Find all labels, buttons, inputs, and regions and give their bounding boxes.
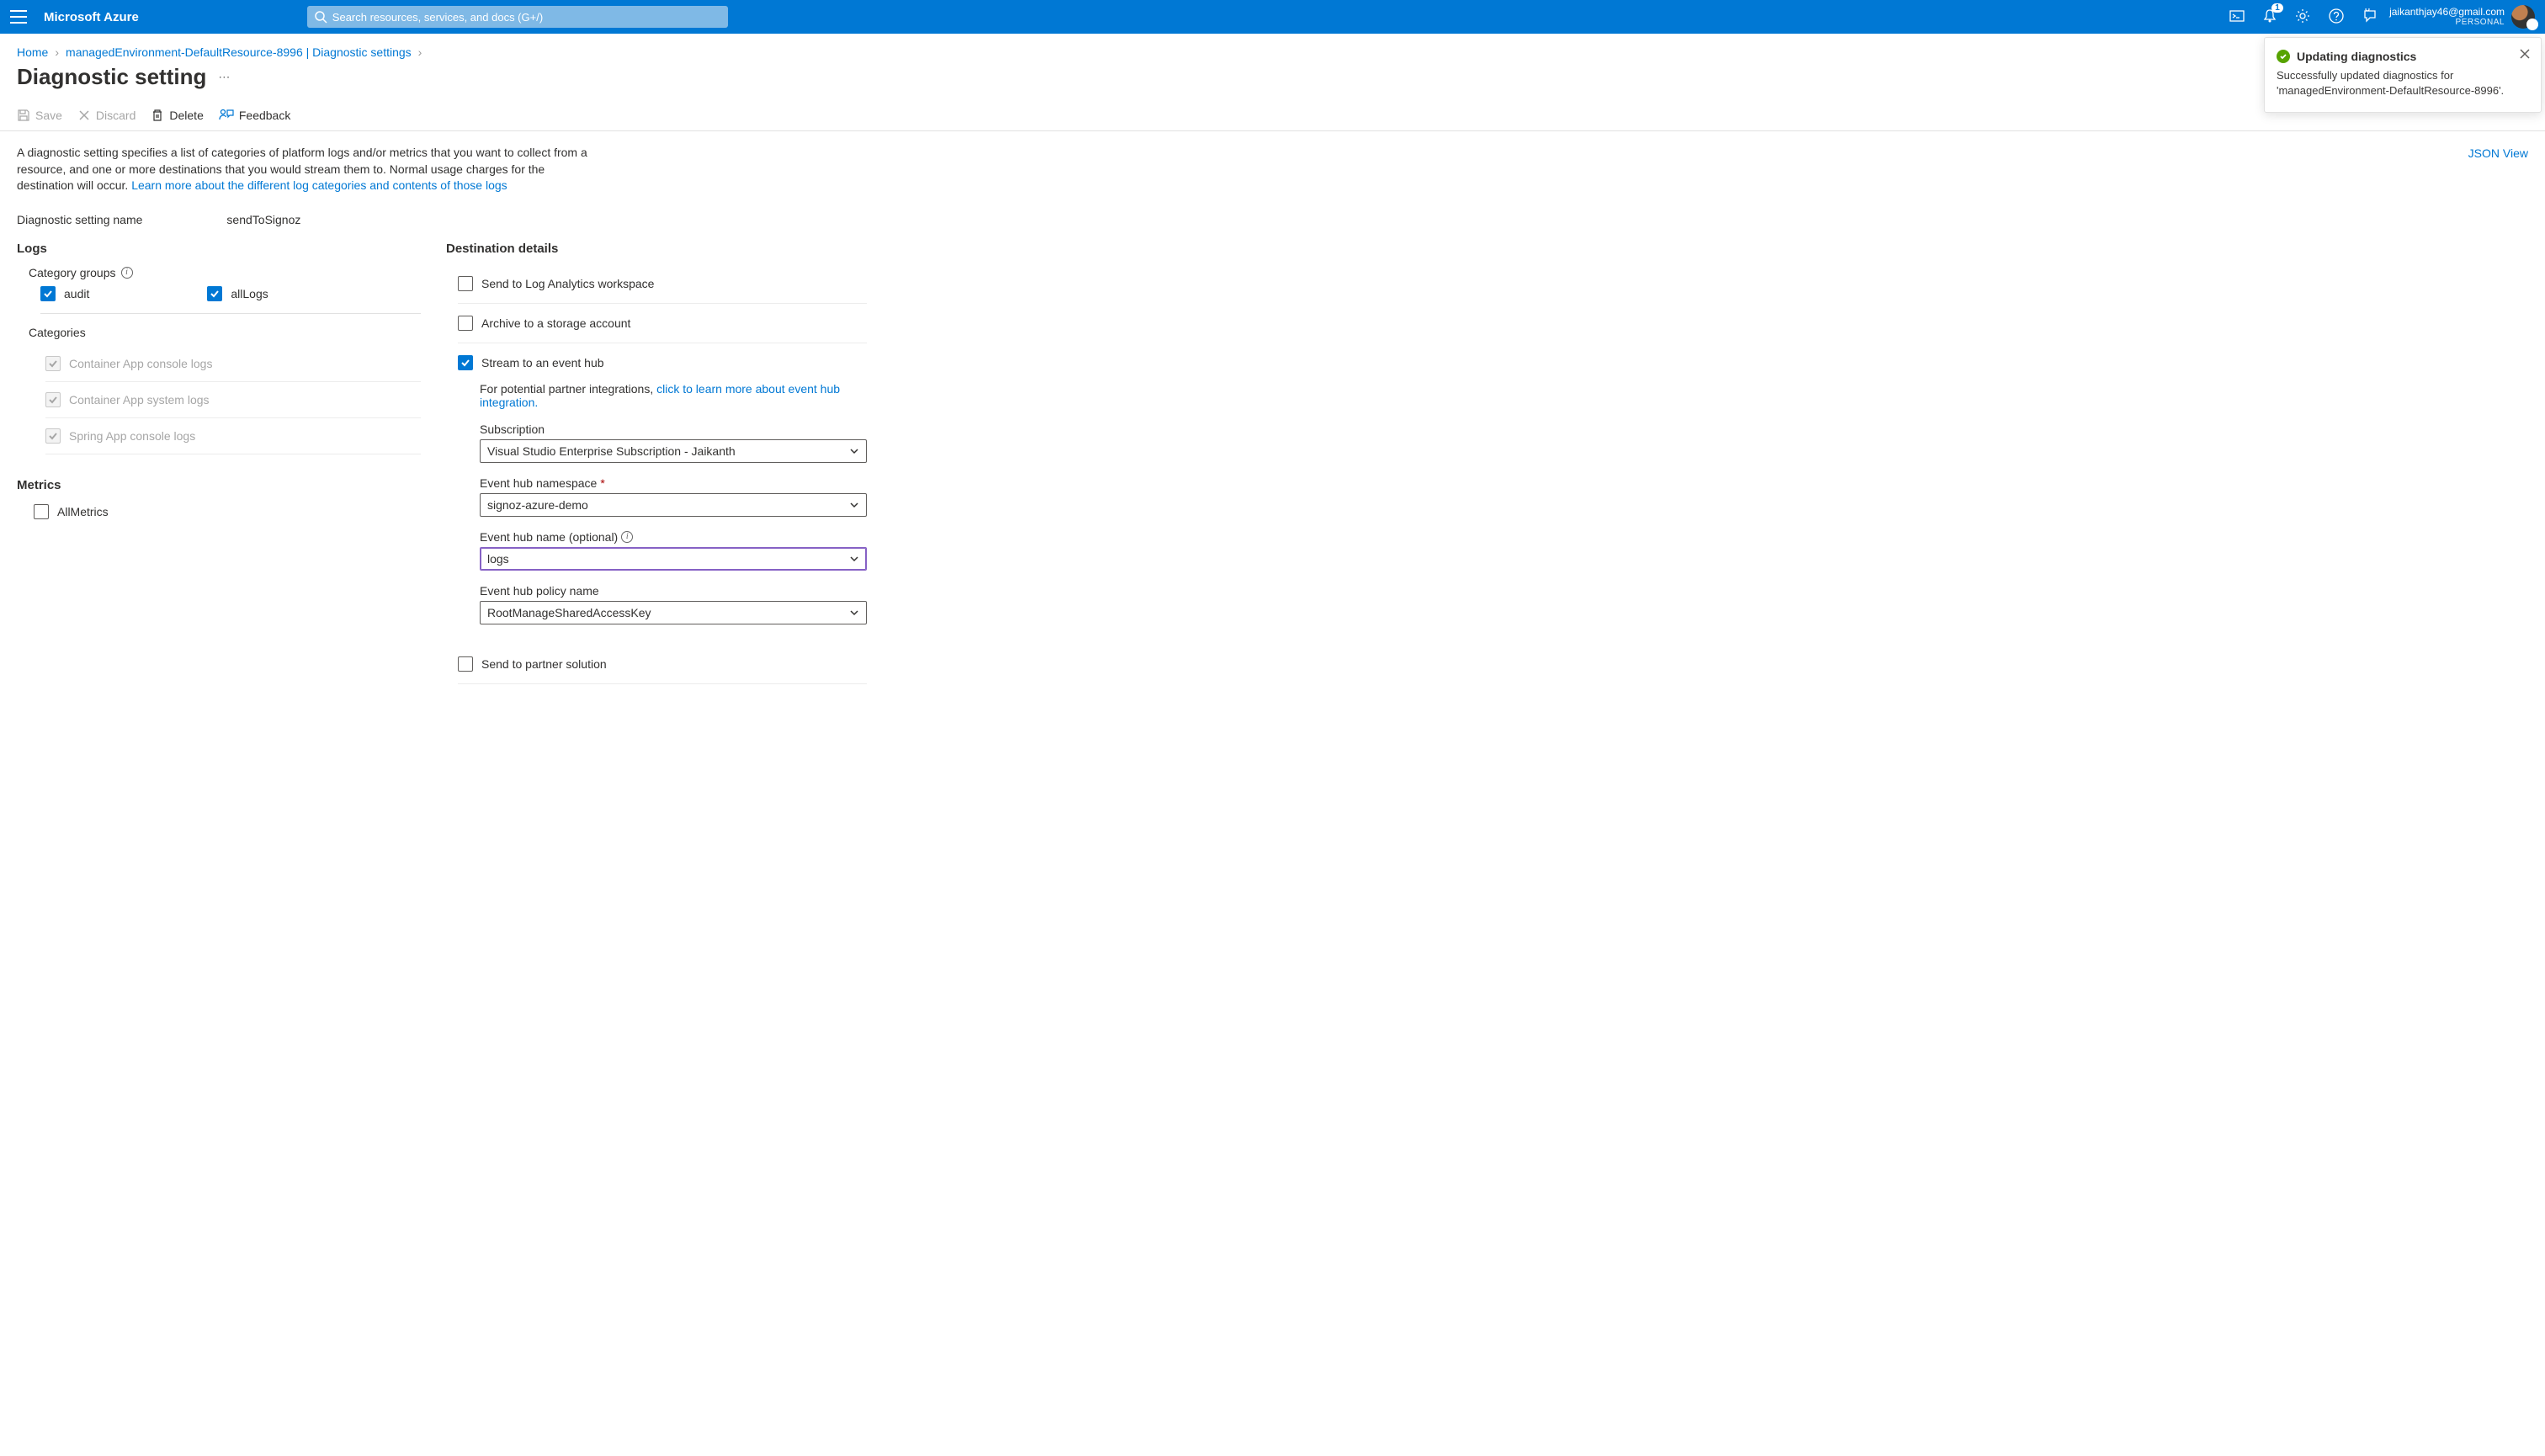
- categories-label: Categories: [29, 326, 421, 339]
- subscription-select[interactable]: Visual Studio Enterprise Subscription - …: [480, 439, 867, 463]
- chevron-down-icon: [849, 500, 859, 510]
- toast-title: Updating diagnostics: [2297, 50, 2416, 63]
- trash-icon: [151, 109, 164, 122]
- search-icon: [314, 10, 327, 24]
- hubname-label: Event hub name (optional) i: [480, 530, 867, 544]
- checkbox-container-system-logs: Container App system logs: [45, 382, 421, 418]
- chevron-right-icon: ›: [55, 45, 59, 59]
- info-icon[interactable]: i: [621, 531, 633, 543]
- hubname-select[interactable]: logs: [480, 547, 867, 571]
- account-scope: PERSONAL: [2389, 18, 2505, 28]
- hamburger-menu-icon[interactable]: [10, 10, 27, 24]
- account-block[interactable]: jaikanthjay46@gmail.com PERSONAL: [2389, 6, 2505, 28]
- top-navigation-bar: Microsoft Azure 1 jaikanthjay46@gmail.co…: [0, 0, 2545, 34]
- close-icon: [77, 109, 91, 122]
- brand-label[interactable]: Microsoft Azure: [44, 10, 139, 24]
- toast-close-button[interactable]: [2519, 48, 2531, 62]
- breadcrumb-resource[interactable]: managedEnvironment-DefaultResource-8996 …: [66, 45, 412, 59]
- feedback-button[interactable]: Feedback: [219, 109, 290, 122]
- toast-body: Successfully updated diagnostics for 'ma…: [2277, 68, 2529, 98]
- checkbox-alllogs[interactable]: allLogs: [207, 286, 268, 301]
- setting-name-value: sendToSignoz: [226, 213, 300, 226]
- settings-icon[interactable]: [2295, 8, 2310, 26]
- discard-button: Discard: [77, 109, 135, 122]
- notifications-icon[interactable]: 1: [2263, 8, 2277, 26]
- learn-more-link[interactable]: Learn more about the different log categ…: [131, 178, 507, 192]
- checkbox-audit[interactable]: audit: [40, 286, 89, 301]
- save-button: Save: [17, 109, 62, 122]
- checkbox-send-partner[interactable]: Send to partner solution: [458, 656, 867, 672]
- cloud-shell-icon[interactable]: [2229, 9, 2245, 25]
- subscription-label: Subscription: [480, 422, 867, 436]
- chevron-down-icon: [849, 608, 859, 618]
- feedback-icon[interactable]: [2362, 8, 2378, 26]
- setting-name-label: Diagnostic setting name: [17, 213, 142, 226]
- global-search[interactable]: [307, 6, 728, 28]
- avatar[interactable]: [2511, 5, 2535, 29]
- namespace-label: Event hub namespace*: [480, 476, 867, 490]
- chevron-down-icon: [849, 554, 859, 564]
- policy-select[interactable]: RootManageSharedAccessKey: [480, 601, 867, 624]
- delete-button[interactable]: Delete: [151, 109, 203, 122]
- logs-heading: Logs: [17, 242, 421, 256]
- description-text: A diagnostic setting specifies a list of…: [17, 145, 589, 194]
- success-icon: [2277, 50, 2290, 63]
- info-icon[interactable]: i: [121, 267, 133, 279]
- chevron-down-icon: [849, 446, 859, 456]
- more-actions-icon[interactable]: ⋯: [218, 70, 231, 84]
- page-title: Diagnostic setting: [17, 64, 206, 90]
- notification-badge: 1: [2271, 3, 2283, 13]
- command-bar: Save Discard Delete Feedback: [0, 97, 2545, 131]
- checkbox-log-analytics[interactable]: Send to Log Analytics workspace: [458, 276, 867, 291]
- json-view-link[interactable]: JSON View: [2468, 146, 2528, 160]
- search-input[interactable]: [307, 6, 728, 28]
- chevron-right-icon: ›: [418, 45, 422, 59]
- breadcrumb: Home › managedEnvironment-DefaultResourc…: [0, 34, 2545, 59]
- checkbox-allmetrics[interactable]: AllMetrics: [34, 504, 421, 519]
- save-icon: [17, 109, 30, 122]
- account-email: jaikanthjay46@gmail.com: [2389, 6, 2505, 18]
- checkbox-spring-console-logs: Spring App console logs: [45, 418, 421, 454]
- checkbox-stream-event-hub[interactable]: Stream to an event hub: [458, 355, 867, 370]
- metrics-heading: Metrics: [17, 478, 421, 492]
- help-icon[interactable]: [2329, 8, 2344, 26]
- policy-label: Event hub policy name: [480, 584, 867, 598]
- checkbox-archive-storage[interactable]: Archive to a storage account: [458, 316, 867, 331]
- destination-heading: Destination details: [446, 242, 867, 256]
- feedback-person-icon: [219, 109, 234, 122]
- breadcrumb-home[interactable]: Home: [17, 45, 48, 59]
- namespace-select[interactable]: signoz-azure-demo: [480, 493, 867, 517]
- checkbox-container-console-logs: Container App console logs: [45, 346, 421, 382]
- close-icon: [2519, 48, 2531, 60]
- category-groups-label: Category groups i: [29, 266, 421, 279]
- notification-toast: Updating diagnostics Successfully update…: [2264, 37, 2542, 113]
